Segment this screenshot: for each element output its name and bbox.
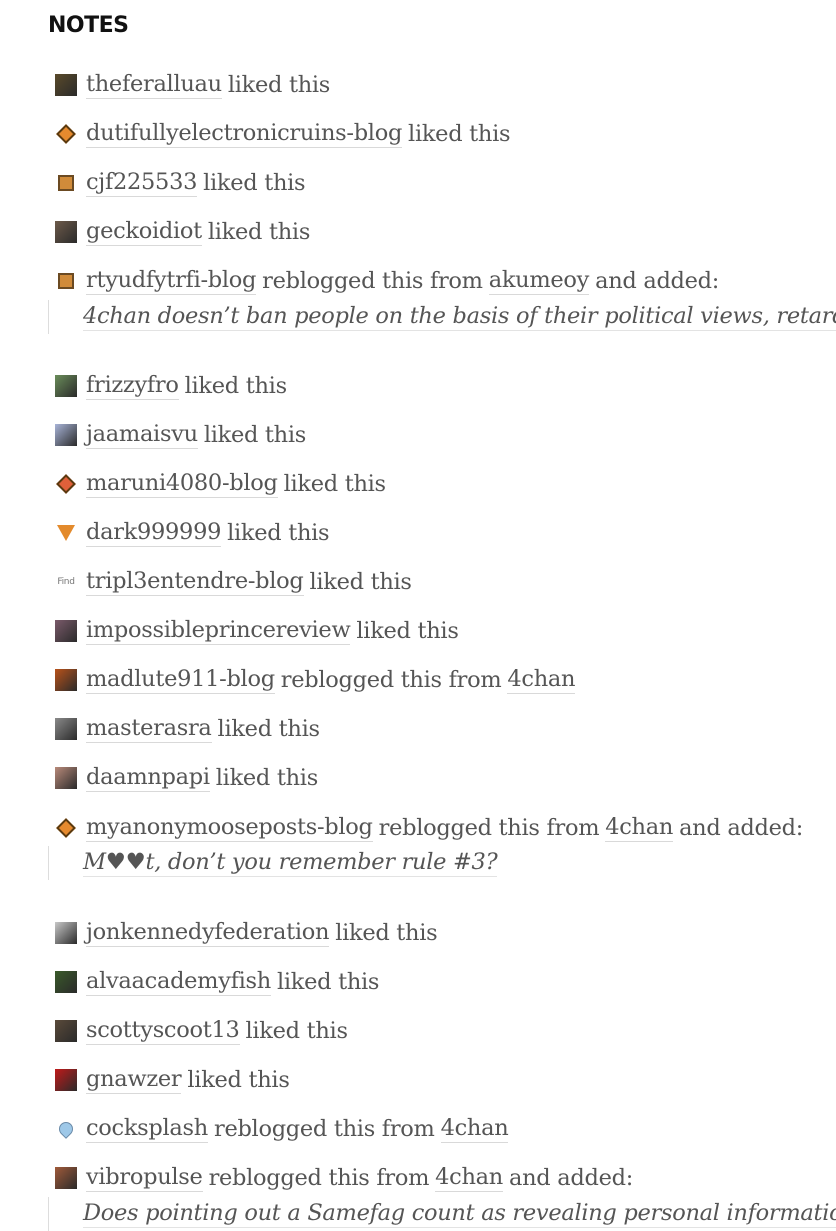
note-action-text: liked this [227,72,331,98]
note-suffix-text: and added: [509,1165,633,1191]
note-item: gnawzer liked this [55,1063,290,1097]
note-username-link[interactable]: cocksplash [86,1115,208,1143]
note-item: myanonymooseposts-blog reblogged this fro… [55,811,803,845]
note-action-text: liked this [187,1067,290,1093]
note-item: frizzyfro liked this [55,369,287,403]
sketch-avatar[interactable] [55,922,77,944]
note-action-text: reblogged this from [208,1165,430,1191]
note-item: vibropulse reblogged this from 4chan and ad… [55,1161,633,1195]
note-username-link[interactable]: alvaacademyfish [86,968,271,996]
note-item: jonkennedyfederation liked this [55,916,438,950]
note-item: masterasra liked this [55,712,320,746]
note-item: cjf225533 liked this [55,166,306,200]
note-item: dutifullyelectronicruins-blog liked this [55,117,511,151]
note-added-comment: Does pointing out a Samefag count as rev… [48,1197,836,1231]
note-item: dark999999 liked this [55,516,330,550]
note-comment-text: M♥♥t, don’t you remember rule #3? [83,849,498,877]
red-hand-avatar[interactable] [55,1069,77,1091]
note-item: scottyscoot13 liked this [55,1014,348,1048]
note-action-text: liked this [227,520,330,546]
note-item: jaamaisvu liked this [55,418,306,452]
skull-avatar[interactable] [55,718,77,740]
note-username-link[interactable]: gnawzer [86,1066,182,1094]
note-username-link[interactable]: impossibleprincereview [86,617,351,645]
note-item: rtyudfytrfi-blog reblogged this from akume… [55,264,719,298]
note-action-text: reblogged this from [262,268,483,294]
fire-avatar[interactable] [55,669,77,691]
note-action-text: liked this [356,618,459,644]
note-username-link[interactable]: theferalluau [86,71,222,99]
photo-avatar[interactable] [55,767,77,789]
note-action-text: reblogged this from [280,667,502,693]
note-action-text: reblogged this from [378,815,600,841]
note-action-text: liked this [217,716,320,742]
note-username-link[interactable]: frizzyfro [86,372,179,400]
note-action-text: liked this [408,121,511,147]
note-action-text: liked this [184,373,287,399]
note-comment-text: Does pointing out a Samefag count as rev… [83,1200,836,1228]
note-username-link[interactable]: geckoidiot [86,218,202,246]
note-username-link[interactable]: myanonymooseposts-blog [86,814,373,842]
orange-diamond-avatar[interactable] [55,817,77,839]
note-source-link[interactable]: 4chan [605,814,673,842]
pizza-avatar[interactable] [55,522,77,544]
note-action-text: liked this [203,422,306,448]
anime-avatar[interactable] [55,424,77,446]
teal-cube-avatar[interactable] [55,270,77,292]
note-comment-text: 4chan doesn’t ban people on the basis of… [83,303,836,331]
note-action-text: liked this [207,219,311,245]
note-source-link[interactable]: akumeoy [488,267,589,295]
teal-cube-avatar[interactable] [55,172,77,194]
note-source-link[interactable]: 4chan [507,666,576,694]
note-username-link[interactable]: tripl3entendre-blog [86,568,304,596]
note-action-text: liked this [283,471,386,497]
note-username-link[interactable]: scottyscoot13 [86,1017,240,1045]
note-item: geckoidiot liked this [55,215,310,249]
note-action-text: liked this [245,1018,348,1044]
note-source-link[interactable]: 4chan [440,1115,509,1143]
note-action-text: liked this [335,920,438,946]
note-username-link[interactable]: daamnpapi [86,764,210,792]
note-action-text: liked this [215,765,318,791]
orange-diamond-avatar[interactable] [55,123,77,145]
note-item: Find tripl3entendre-blog liked this [55,565,412,599]
note-added-comment: 4chan doesn’t ban people on the basis of… [48,300,836,334]
green-face-avatar[interactable] [55,971,77,993]
dark-forest-avatar[interactable] [55,74,77,96]
note-username-link[interactable]: rtyudfytrfi-blog [86,267,256,295]
note-item: cocksplash reblogged this from 4chan [55,1112,509,1146]
note-item: maruni4080-blog liked this [55,467,386,501]
notes-heading: NOTES [48,13,129,38]
note-item: impossibleprincereview liked this [55,614,459,648]
note-item: alvaacademyfish liked this [55,965,379,999]
note-username-link[interactable]: cjf225533 [86,169,197,197]
green-hair-avatar[interactable] [55,375,77,397]
figure-avatar[interactable] [55,1167,77,1189]
note-action-text: liked this [203,170,306,196]
note-username-link[interactable]: maruni4080-blog [86,470,278,498]
note-item: daamnpapi liked this [55,761,318,795]
note-username-link[interactable]: vibropulse [86,1164,203,1192]
note-username-link[interactable]: madlute911-blog [86,666,275,694]
note-added-comment: M♥♥t, don’t you remember rule #3? [48,846,498,880]
note-username-link[interactable]: dutifullyelectronicruins-blog [86,120,402,148]
note-username-link[interactable]: jonkennedyfederation [86,919,329,947]
note-suffix-text: and added: [595,268,720,294]
note-username-link[interactable]: dark999999 [86,519,221,547]
note-action-text: liked this [309,569,412,595]
droplet-avatar[interactable] [55,1118,77,1140]
orange-triangle-avatar[interactable] [55,473,77,495]
text-logo-avatar[interactable]: Find [55,571,77,593]
note-username-link[interactable]: jaamaisvu [86,421,198,449]
note-source-link[interactable]: 4chan [435,1164,503,1192]
note-username-link[interactable]: masterasra [86,715,212,743]
note-suffix-text: and added: [679,815,804,841]
note-item: madlute911-blog reblogged this from 4chan [55,663,576,697]
pink-face-avatar[interactable] [55,620,77,642]
note-item: theferalluau liked this [55,68,330,102]
note-action-text: reblogged this from [213,1116,435,1142]
note-action-text: liked this [277,969,380,995]
face-avatar[interactable] [55,221,77,243]
person-avatar[interactable] [55,1020,77,1042]
